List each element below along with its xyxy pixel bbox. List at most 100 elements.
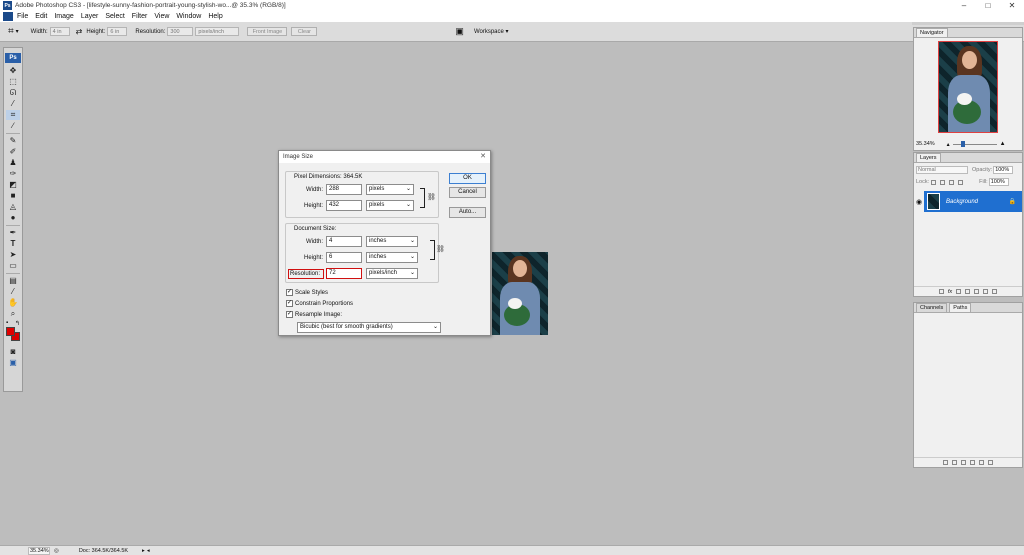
resolution-input[interactable]: 72 [326, 268, 362, 279]
clone-stamp-tool-icon[interactable]: ♟ [6, 158, 20, 168]
crop-tool-icon[interactable]: ⌗ [8, 26, 14, 37]
menu-view[interactable]: View [154, 13, 169, 20]
default-colors-icon[interactable]: ▪ [6, 320, 8, 326]
history-brush-tool-icon[interactable]: ✑ [6, 169, 20, 179]
maximize-button[interactable]: □ [976, 0, 1000, 11]
eyedropper-tool-icon[interactable]: ⁄ [6, 287, 20, 297]
layer-row-background[interactable]: ◉ Background 🔒 [914, 191, 1022, 212]
make-work-path-icon[interactable] [970, 460, 975, 465]
shape-tool-icon[interactable]: ▭ [6, 261, 20, 271]
cancel-button[interactable]: Cancel [449, 187, 486, 198]
delete-path-icon[interactable] [988, 460, 993, 465]
stroke-path-icon[interactable] [952, 460, 957, 465]
layer-style-icon[interactable]: fx [948, 289, 952, 295]
resolution-unit-select[interactable]: pixels/inch [195, 27, 240, 36]
blur-tool-icon[interactable]: ◬ [6, 202, 20, 212]
new-layer-icon[interactable] [983, 289, 989, 294]
visibility-eye-icon[interactable]: ◉ [914, 198, 924, 206]
zoom-tool-icon[interactable]: ⌕ [6, 309, 20, 319]
workspace-button[interactable]: Workspace ▾ [474, 28, 509, 35]
menu-select[interactable]: Select [105, 13, 124, 20]
crop-tool-icon[interactable]: ⌗ [6, 110, 20, 120]
doc-width-input[interactable]: 4 [326, 236, 362, 247]
swap-colors-icon[interactable]: ↰ [15, 320, 20, 327]
hand-tool-icon[interactable]: ✋ [6, 298, 20, 308]
scroll-left-icon[interactable]: ◂ [147, 548, 150, 554]
auto-button[interactable]: Auto... [449, 207, 486, 218]
constrain-proportions-checkbox[interactable]: ✓ Constrain Proportions [286, 300, 353, 307]
navigator-thumbnail[interactable] [938, 41, 998, 133]
ok-button[interactable]: OK [449, 173, 486, 184]
foreground-color-swatch[interactable] [6, 327, 15, 336]
tab-navigator[interactable]: Navigator [916, 28, 948, 37]
menu-layer[interactable]: Layer [81, 13, 99, 20]
zoom-slider-handle[interactable] [960, 140, 965, 147]
document-canvas-image[interactable] [492, 252, 548, 335]
lock-image-icon[interactable] [940, 179, 946, 185]
width-field[interactable]: 4 in [49, 27, 70, 36]
adjustment-layer-icon[interactable] [965, 289, 971, 294]
menu-filter[interactable]: Filter [132, 13, 148, 20]
tab-layers[interactable]: Layers [916, 153, 941, 162]
scale-styles-checkbox[interactable]: ✓ Scale Styles [286, 289, 328, 296]
doc-height-input[interactable]: 6 [326, 252, 362, 263]
eraser-tool-icon[interactable]: ◩ [6, 180, 20, 190]
resolution-unit-select[interactable]: pixels/inch ⌄ [366, 268, 418, 279]
pixel-width-input[interactable]: 288 [326, 184, 362, 195]
menu-image[interactable]: Image [54, 13, 73, 20]
resample-method-select[interactable]: Bicubic (best for smooth gradients) ⌄ [297, 322, 441, 333]
lock-transparency-icon[interactable] [931, 179, 937, 185]
pixel-height-input[interactable]: 432 [326, 200, 362, 211]
swap-icon[interactable]: ⇄ [76, 27, 83, 36]
zoom-in-icon[interactable]: ▲ [1000, 141, 1006, 147]
status-zoom[interactable]: 35.34% [28, 546, 50, 555]
front-image-button[interactable]: Front Image [247, 27, 288, 36]
navigator-zoom-value[interactable]: 35.34% [916, 141, 935, 147]
pen-tool-icon[interactable]: ✒ [6, 228, 20, 238]
pixel-height-unit-select[interactable]: pixels ⌄ [366, 200, 414, 211]
type-tool-icon[interactable]: T [6, 239, 20, 249]
opacity-input[interactable]: 100% [993, 166, 1014, 174]
layer-name[interactable]: Background [946, 199, 978, 205]
resample-image-checkbox[interactable]: ✓ Resample Image: [286, 311, 342, 318]
doc-width-unit-select[interactable]: inches ⌄ [366, 236, 418, 247]
link-layers-icon[interactable] [938, 289, 944, 294]
dialog-close-icon[interactable]: ✕ [480, 151, 486, 163]
fill-input[interactable]: 100% [988, 178, 1009, 186]
status-menu-icon[interactable]: ▸ [142, 548, 145, 554]
menu-window[interactable]: Window [176, 13, 201, 20]
marquee-tool-icon[interactable]: ⬚ [6, 77, 20, 87]
blend-mode-select[interactable]: Normal [916, 166, 968, 174]
add-mask-icon[interactable] [956, 289, 962, 294]
dodge-tool-icon[interactable]: ● [6, 213, 20, 223]
load-selection-icon[interactable] [961, 460, 966, 465]
doc-height-unit-select[interactable]: inches ⌄ [366, 252, 418, 263]
brush-tool-icon[interactable]: ✐ [6, 147, 20, 157]
gradient-tool-icon[interactable]: ■ [6, 191, 20, 201]
menu-help[interactable]: Help [208, 13, 222, 20]
pixel-width-unit-select[interactable]: pixels ⌄ [366, 184, 414, 195]
close-button[interactable]: ✕ [1000, 0, 1024, 11]
zoom-out-icon[interactable]: ▴ [947, 141, 950, 148]
zoom-slider[interactable] [952, 140, 997, 147]
healing-brush-tool-icon[interactable]: ✎ [6, 136, 20, 146]
tab-paths[interactable]: Paths [949, 303, 972, 312]
menu-file[interactable]: File [17, 13, 28, 20]
new-group-icon[interactable] [974, 289, 980, 294]
workspace-icon[interactable]: ▣ [455, 26, 464, 37]
lock-all-icon[interactable] [958, 179, 964, 185]
new-path-icon[interactable] [979, 460, 984, 465]
slice-tool-icon[interactable]: ∕ [6, 121, 20, 131]
clear-button[interactable]: Clear [291, 27, 318, 36]
magic-wand-tool-icon[interactable]: ⁄ [6, 99, 20, 109]
minimize-button[interactable]: – [952, 0, 976, 11]
height-field[interactable]: 6 in [107, 27, 128, 36]
status-info-icon[interactable]: ◎ [54, 548, 59, 554]
move-tool-icon[interactable]: ✥ [6, 66, 20, 76]
menu-edit[interactable]: Edit [35, 13, 47, 20]
lock-position-icon[interactable] [949, 179, 955, 185]
delete-layer-icon[interactable] [992, 289, 998, 294]
path-selection-tool-icon[interactable]: ➤ [6, 250, 20, 260]
tool-preset-dropdown-icon[interactable]: ▾ [16, 28, 19, 35]
lasso-tool-icon[interactable]: ᘏ [6, 88, 20, 98]
